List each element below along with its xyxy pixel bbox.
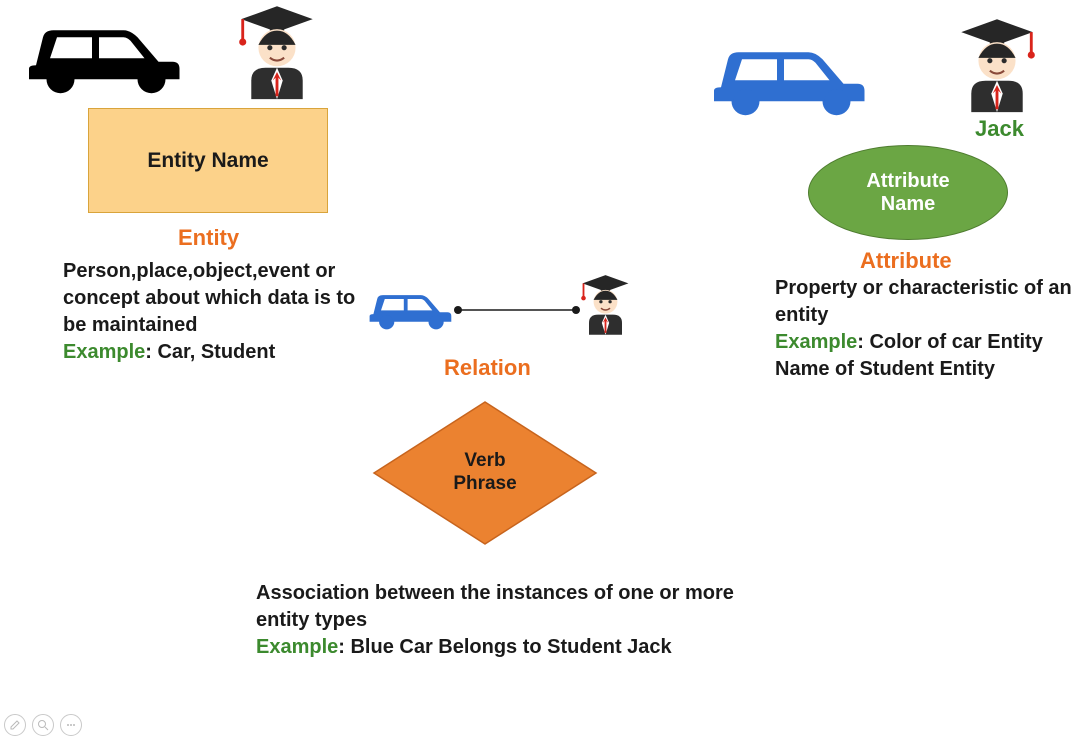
entity-desc-text: Person,place,object,event or concept abo…	[63, 260, 355, 336]
relation-example-label: Example	[256, 636, 338, 658]
entity-heading: Entity	[178, 225, 239, 251]
car-blue-small-icon	[362, 280, 457, 335]
relation-example-text: : Blue Car Belongs to Student Jack	[338, 636, 671, 658]
jack-label: Jack	[975, 116, 1024, 142]
relation-line	[452, 300, 582, 320]
diamond-label: Verb Phrase	[453, 450, 516, 496]
relation-heading: Relation	[444, 355, 531, 381]
entity-example-label: Example	[63, 341, 145, 363]
attribute-description: Property or characteristic of an entity …	[775, 275, 1075, 383]
attribute-ellipse: Attribute Name	[808, 145, 1008, 240]
student-attribute-icon	[952, 15, 1042, 115]
toolbar-more-icon[interactable]	[60, 714, 82, 736]
attribute-heading: Attribute	[860, 248, 952, 274]
car-blue-icon	[700, 30, 875, 120]
car-black-icon	[15, 8, 190, 98]
attribute-ellipse-label: Attribute Name	[866, 170, 949, 216]
entity-example-text: : Car, Student	[145, 341, 275, 363]
relation-desc-text: Association between the instances of one…	[256, 582, 734, 631]
student-small-icon	[578, 272, 633, 337]
relation-description: Association between the instances of one…	[256, 580, 746, 661]
attribute-example-label: Example	[775, 331, 857, 353]
entity-description: Person,place,object,event or concept abo…	[63, 258, 373, 366]
entity-name-box: Entity Name	[88, 108, 328, 213]
relation-diamond: Verb Phrase	[370, 398, 600, 548]
student-icon	[232, 2, 322, 102]
toolbar-pen-icon[interactable]	[4, 714, 26, 736]
bottom-toolbar	[4, 714, 82, 736]
attribute-desc-text: Property or characteristic of an entity	[775, 277, 1072, 326]
toolbar-zoom-icon[interactable]	[32, 714, 54, 736]
entity-box-label: Entity Name	[147, 149, 268, 173]
